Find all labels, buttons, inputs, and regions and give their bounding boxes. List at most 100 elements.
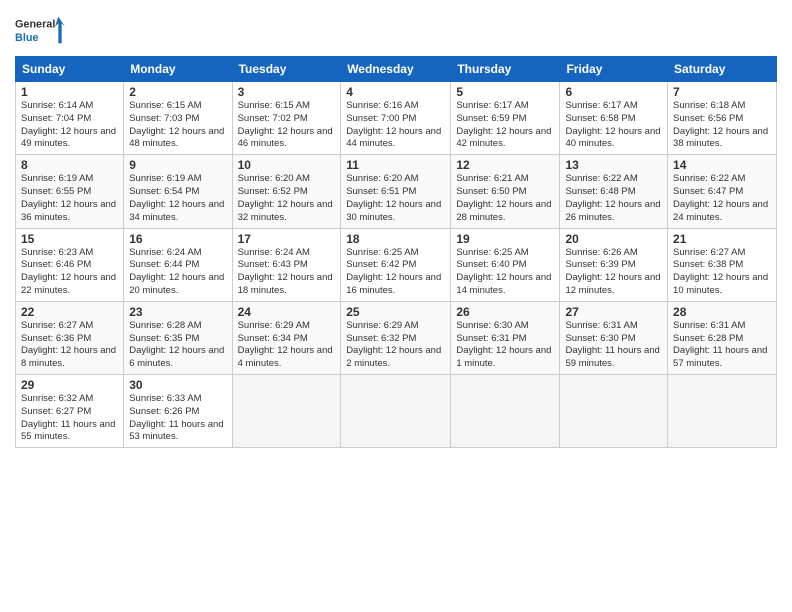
header-row: SundayMondayTuesdayWednesdayThursdayFrid…: [16, 57, 777, 82]
day-info: Sunrise: 6:33 AMSunset: 6:26 PMDaylight:…: [129, 393, 226, 444]
day-cell: 8 Sunrise: 6:19 AMSunset: 6:55 PMDayligh…: [16, 155, 124, 228]
day-info: Sunrise: 6:31 AMSunset: 6:28 PMDaylight:…: [673, 320, 771, 371]
day-cell: 26 Sunrise: 6:30 AMSunset: 6:31 PMDaylig…: [451, 301, 560, 374]
day-number: 3: [238, 85, 336, 99]
day-cell: 6 Sunrise: 6:17 AMSunset: 6:58 PMDayligh…: [560, 82, 668, 155]
day-number: 15: [21, 232, 118, 246]
col-header-monday: Monday: [124, 57, 232, 82]
day-info: Sunrise: 6:17 AMSunset: 6:58 PMDaylight:…: [565, 100, 662, 151]
day-info: Sunrise: 6:28 AMSunset: 6:35 PMDaylight:…: [129, 320, 226, 371]
day-number: 21: [673, 232, 771, 246]
day-info: Sunrise: 6:27 AMSunset: 6:38 PMDaylight:…: [673, 247, 771, 298]
day-number: 13: [565, 158, 662, 172]
col-header-wednesday: Wednesday: [341, 57, 451, 82]
col-header-sunday: Sunday: [16, 57, 124, 82]
day-number: 4: [346, 85, 445, 99]
week-row-5: 29 Sunrise: 6:32 AMSunset: 6:27 PMDaylig…: [16, 375, 777, 448]
day-cell: 15 Sunrise: 6:23 AMSunset: 6:46 PMDaylig…: [16, 228, 124, 301]
day-number: 22: [21, 305, 118, 319]
day-number: 27: [565, 305, 662, 319]
day-cell: 24 Sunrise: 6:29 AMSunset: 6:34 PMDaylig…: [232, 301, 341, 374]
day-info: Sunrise: 6:26 AMSunset: 6:39 PMDaylight:…: [565, 247, 662, 298]
day-info: Sunrise: 6:20 AMSunset: 6:51 PMDaylight:…: [346, 173, 445, 224]
day-number: 23: [129, 305, 226, 319]
day-info: Sunrise: 6:22 AMSunset: 6:48 PMDaylight:…: [565, 173, 662, 224]
day-info: Sunrise: 6:24 AMSunset: 6:43 PMDaylight:…: [238, 247, 336, 298]
logo: General Blue: [15, 10, 65, 50]
day-info: Sunrise: 6:19 AMSunset: 6:54 PMDaylight:…: [129, 173, 226, 224]
day-cell: 10 Sunrise: 6:20 AMSunset: 6:52 PMDaylig…: [232, 155, 341, 228]
day-number: 16: [129, 232, 226, 246]
day-cell: 13 Sunrise: 6:22 AMSunset: 6:48 PMDaylig…: [560, 155, 668, 228]
day-info: Sunrise: 6:16 AMSunset: 7:00 PMDaylight:…: [346, 100, 445, 151]
col-header-thursday: Thursday: [451, 57, 560, 82]
day-number: 12: [456, 158, 554, 172]
day-cell: 14 Sunrise: 6:22 AMSunset: 6:47 PMDaylig…: [668, 155, 777, 228]
svg-text:Blue: Blue: [15, 32, 38, 44]
day-info: Sunrise: 6:19 AMSunset: 6:55 PMDaylight:…: [21, 173, 118, 224]
day-info: Sunrise: 6:21 AMSunset: 6:50 PMDaylight:…: [456, 173, 554, 224]
day-number: 7: [673, 85, 771, 99]
main-container: General Blue SundayMondayTuesdayWednesda…: [0, 0, 792, 458]
day-cell: 16 Sunrise: 6:24 AMSunset: 6:44 PMDaylig…: [124, 228, 232, 301]
day-cell: 30 Sunrise: 6:33 AMSunset: 6:26 PMDaylig…: [124, 375, 232, 448]
day-info: Sunrise: 6:29 AMSunset: 6:34 PMDaylight:…: [238, 320, 336, 371]
col-header-tuesday: Tuesday: [232, 57, 341, 82]
day-cell: [341, 375, 451, 448]
day-cell: 29 Sunrise: 6:32 AMSunset: 6:27 PMDaylig…: [16, 375, 124, 448]
day-number: 14: [673, 158, 771, 172]
day-info: Sunrise: 6:25 AMSunset: 6:42 PMDaylight:…: [346, 247, 445, 298]
svg-text:General: General: [15, 19, 55, 31]
day-info: Sunrise: 6:14 AMSunset: 7:04 PMDaylight:…: [21, 100, 118, 151]
col-header-friday: Friday: [560, 57, 668, 82]
day-info: Sunrise: 6:24 AMSunset: 6:44 PMDaylight:…: [129, 247, 226, 298]
day-cell: 1 Sunrise: 6:14 AMSunset: 7:04 PMDayligh…: [16, 82, 124, 155]
day-cell: 23 Sunrise: 6:28 AMSunset: 6:35 PMDaylig…: [124, 301, 232, 374]
col-header-saturday: Saturday: [668, 57, 777, 82]
day-number: 17: [238, 232, 336, 246]
day-cell: 4 Sunrise: 6:16 AMSunset: 7:00 PMDayligh…: [341, 82, 451, 155]
day-number: 28: [673, 305, 771, 319]
header: General Blue: [15, 10, 777, 50]
day-info: Sunrise: 6:30 AMSunset: 6:31 PMDaylight:…: [456, 320, 554, 371]
day-number: 19: [456, 232, 554, 246]
day-cell: 19 Sunrise: 6:25 AMSunset: 6:40 PMDaylig…: [451, 228, 560, 301]
logo-svg: General Blue: [15, 10, 65, 50]
day-number: 5: [456, 85, 554, 99]
day-number: 11: [346, 158, 445, 172]
day-cell: 21 Sunrise: 6:27 AMSunset: 6:38 PMDaylig…: [668, 228, 777, 301]
day-cell: 12 Sunrise: 6:21 AMSunset: 6:50 PMDaylig…: [451, 155, 560, 228]
day-info: Sunrise: 6:22 AMSunset: 6:47 PMDaylight:…: [673, 173, 771, 224]
day-number: 24: [238, 305, 336, 319]
day-cell: 27 Sunrise: 6:31 AMSunset: 6:30 PMDaylig…: [560, 301, 668, 374]
day-number: 25: [346, 305, 445, 319]
day-info: Sunrise: 6:15 AMSunset: 7:02 PMDaylight:…: [238, 100, 336, 151]
day-cell: 5 Sunrise: 6:17 AMSunset: 6:59 PMDayligh…: [451, 82, 560, 155]
day-cell: 25 Sunrise: 6:29 AMSunset: 6:32 PMDaylig…: [341, 301, 451, 374]
week-row-3: 15 Sunrise: 6:23 AMSunset: 6:46 PMDaylig…: [16, 228, 777, 301]
week-row-1: 1 Sunrise: 6:14 AMSunset: 7:04 PMDayligh…: [16, 82, 777, 155]
day-number: 29: [21, 378, 118, 392]
day-cell: 7 Sunrise: 6:18 AMSunset: 6:56 PMDayligh…: [668, 82, 777, 155]
day-info: Sunrise: 6:31 AMSunset: 6:30 PMDaylight:…: [565, 320, 662, 371]
day-number: 9: [129, 158, 226, 172]
day-info: Sunrise: 6:23 AMSunset: 6:46 PMDaylight:…: [21, 247, 118, 298]
week-row-4: 22 Sunrise: 6:27 AMSunset: 6:36 PMDaylig…: [16, 301, 777, 374]
day-number: 10: [238, 158, 336, 172]
day-cell: [560, 375, 668, 448]
day-info: Sunrise: 6:17 AMSunset: 6:59 PMDaylight:…: [456, 100, 554, 151]
day-info: Sunrise: 6:32 AMSunset: 6:27 PMDaylight:…: [21, 393, 118, 444]
day-info: Sunrise: 6:29 AMSunset: 6:32 PMDaylight:…: [346, 320, 445, 371]
day-number: 18: [346, 232, 445, 246]
day-cell: [668, 375, 777, 448]
day-cell: 2 Sunrise: 6:15 AMSunset: 7:03 PMDayligh…: [124, 82, 232, 155]
day-cell: 22 Sunrise: 6:27 AMSunset: 6:36 PMDaylig…: [16, 301, 124, 374]
day-info: Sunrise: 6:15 AMSunset: 7:03 PMDaylight:…: [129, 100, 226, 151]
day-cell: 9 Sunrise: 6:19 AMSunset: 6:54 PMDayligh…: [124, 155, 232, 228]
day-number: 1: [21, 85, 118, 99]
day-cell: [451, 375, 560, 448]
day-info: Sunrise: 6:27 AMSunset: 6:36 PMDaylight:…: [21, 320, 118, 371]
day-cell: 28 Sunrise: 6:31 AMSunset: 6:28 PMDaylig…: [668, 301, 777, 374]
calendar-table: SundayMondayTuesdayWednesdayThursdayFrid…: [15, 56, 777, 448]
day-cell: 20 Sunrise: 6:26 AMSunset: 6:39 PMDaylig…: [560, 228, 668, 301]
